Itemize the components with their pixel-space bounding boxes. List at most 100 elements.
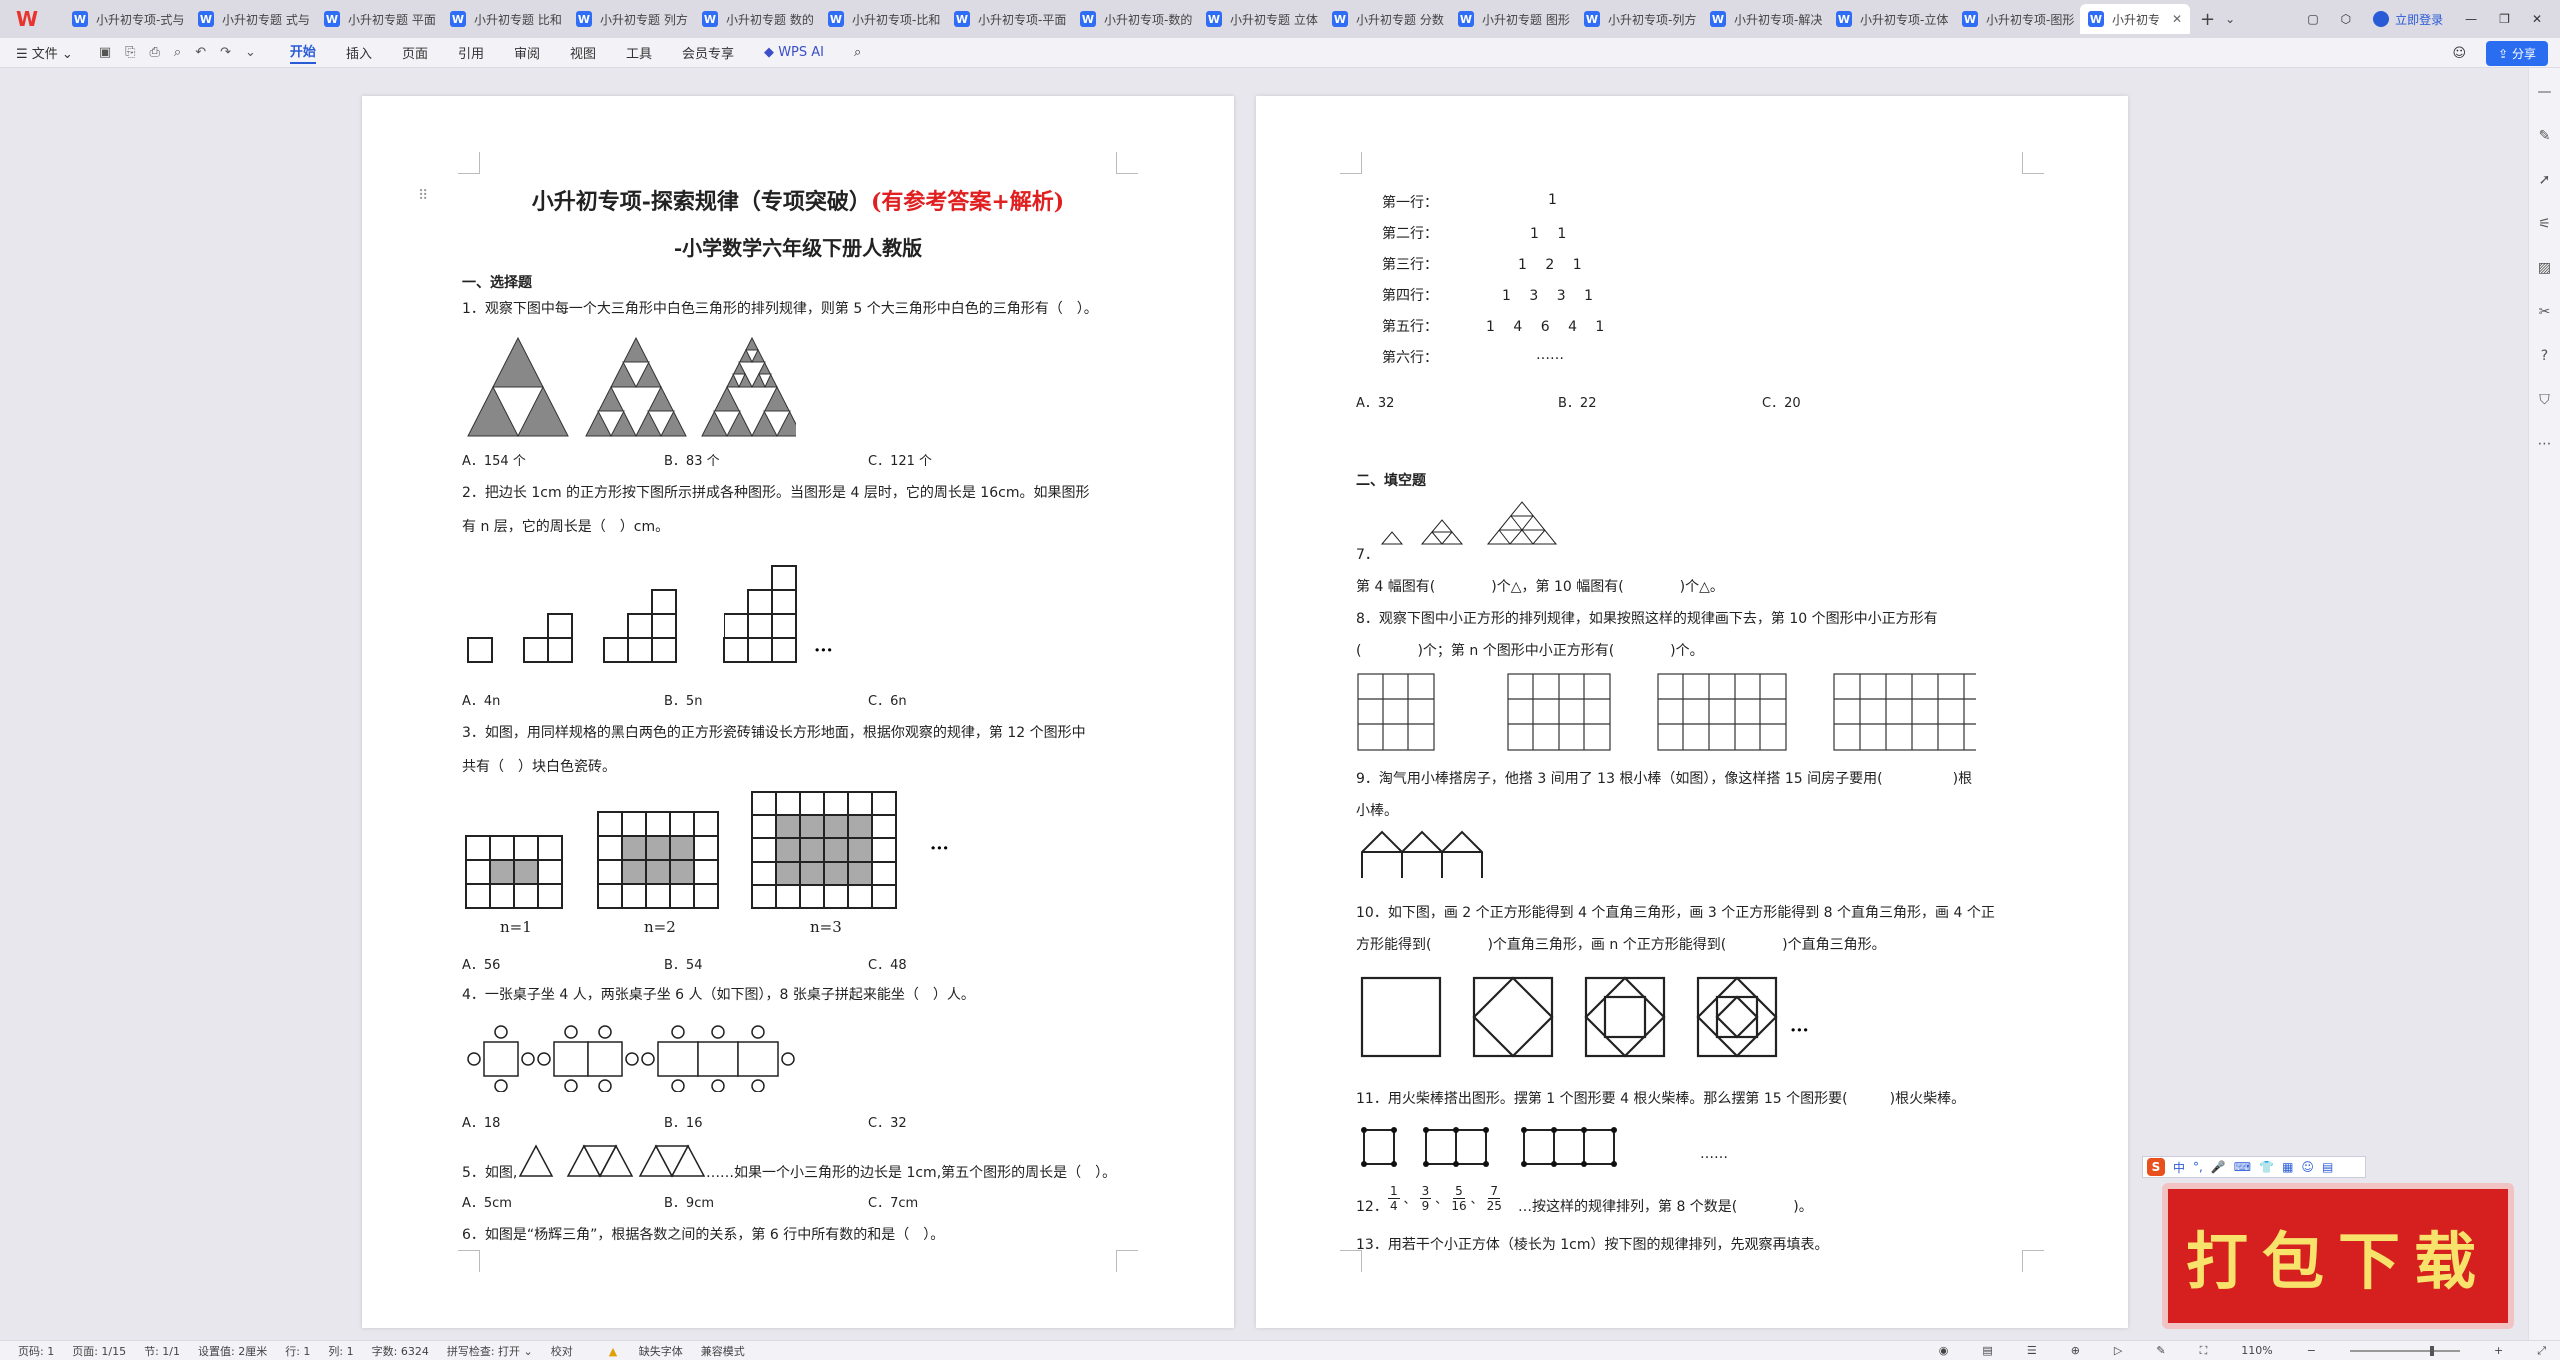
document-tab[interactable]: W 小升初专项-平面 xyxy=(946,4,1070,34)
status-section[interactable]: 节: 1/1 xyxy=(144,1343,180,1359)
document-tab[interactable]: W 小升初专题 分数 xyxy=(1324,4,1448,34)
more-icon[interactable]: ⋯ xyxy=(2538,436,2552,452)
status-word-count[interactable]: 字数: 6324 xyxy=(372,1343,429,1359)
image-icon[interactable]: ▨ xyxy=(2538,260,2551,276)
select-icon[interactable]: ➚ xyxy=(2539,172,2551,188)
comment-icon[interactable]: ☺ xyxy=(2453,46,2467,61)
ribbon-tab[interactable]: 引用 xyxy=(458,43,484,62)
document-page-2[interactable]: 第一行： 1 第二行： 1 1 第三行： 1 2 1 第四行： 1 3 3 1 … xyxy=(1256,96,2128,1328)
fit-page-icon[interactable]: ⛶ xyxy=(2200,1344,2208,1358)
close-tab-icon[interactable]: ✕ xyxy=(2172,12,2182,26)
close-window-icon[interactable]: ✕ xyxy=(2532,12,2542,26)
question-4: 4．一张桌子坐 4 人，两张桌子坐 6 人（如下图），8 张桌子拼起来能坐（ ）… xyxy=(462,987,975,1003)
document-tab[interactable]: W 小升初专题 式与 xyxy=(190,4,314,34)
read-mode-icon[interactable]: ▷ xyxy=(2114,1344,2122,1357)
fraction: 14 xyxy=(1388,1184,1400,1213)
download-package-badge[interactable]: 打包下载 xyxy=(2162,1183,2514,1329)
tools-icon[interactable]: ✂ xyxy=(2539,304,2551,320)
ribbon-tab[interactable]: 工具 xyxy=(626,43,652,62)
ribbon-tab[interactable]: 页面 xyxy=(402,43,428,62)
skin-icon[interactable]: 👕 xyxy=(2259,1160,2274,1174)
document-tab[interactable]: W 小升初专题 列方 xyxy=(568,4,692,34)
document-tab[interactable]: W 小升初专项-立体 xyxy=(1828,4,1952,34)
document-tab[interactable]: W 小升初专项-列方 xyxy=(1576,4,1700,34)
zoom-slider[interactable] xyxy=(2349,1345,2460,1356)
layout-icon[interactable]: ▢ xyxy=(2307,12,2318,26)
document-tab[interactable]: W 小升初专项-数的 xyxy=(1072,4,1196,34)
redo-icon[interactable]: ↷ xyxy=(220,45,231,60)
wps-ai-button[interactable]: ◆ WPS AI xyxy=(764,45,824,60)
ribbon-tab[interactable]: 开始 xyxy=(289,41,316,64)
save-icon[interactable]: ▣ xyxy=(99,45,111,60)
page-view-icon[interactable]: ▤ xyxy=(1982,1344,1992,1357)
document-tab[interactable]: W 小升初专项-解决 xyxy=(1702,4,1826,34)
adjust-icon[interactable]: ⚟ xyxy=(2538,216,2551,232)
document-tab[interactable]: W 小升初专题 平面 xyxy=(316,4,440,34)
status-missing-font[interactable]: ▲ 缺失字体 xyxy=(591,1343,683,1359)
tile-label-n1: n=1 xyxy=(500,918,532,936)
new-tab-icon[interactable]: + xyxy=(2200,9,2215,30)
keyboard-icon[interactable]: ⌨ xyxy=(2234,1160,2251,1174)
zoom-slider-thumb[interactable] xyxy=(2429,1345,2434,1356)
export-icon[interactable]: ⎘ xyxy=(125,45,135,60)
emoji-icon[interactable]: ☺ xyxy=(2301,1160,2314,1174)
quick-access-toolbar: ▣ ⎘ ⎙ ⌕ ↶ ↷ ⌄ xyxy=(99,45,256,60)
status-row[interactable]: 行: 1 xyxy=(285,1343,310,1359)
fraction-numerator: 1 xyxy=(1388,1184,1400,1199)
ribbon-tab[interactable]: 插入 xyxy=(346,43,372,62)
document-tab[interactable]: W 小升初专题 图形 xyxy=(1450,4,1574,34)
pen-icon[interactable]: ✎ xyxy=(2539,128,2551,144)
document-tab[interactable]: W 小升初专项-图形 xyxy=(1954,4,2078,34)
document-page-1[interactable]: ⠿ 小升初专项-探索规律（专项突破）(有参考答案+解析) -小学数学六年级下册人… xyxy=(362,96,1234,1328)
wps-logo-icon[interactable]: W xyxy=(14,6,40,32)
help-icon[interactable]: ? xyxy=(2541,348,2548,364)
ribbon-tab[interactable]: 会员专享 xyxy=(682,43,734,62)
document-tab[interactable]: W 小升初专项-比和 xyxy=(820,4,944,34)
print-icon[interactable]: ⎙ xyxy=(150,45,160,60)
status-setting[interactable]: 设置值: 2厘米 xyxy=(198,1343,267,1359)
ime-mode[interactable]: 中 xyxy=(2173,1159,2185,1176)
write-mode-icon[interactable]: ✎ xyxy=(2156,1344,2165,1357)
status-page-number[interactable]: 页码: 1 xyxy=(18,1343,54,1359)
status-pages[interactable]: 页面: 1/15 xyxy=(72,1343,126,1359)
tab-list-chevron-icon[interactable]: ⌄ xyxy=(2225,12,2235,26)
apps-icon[interactable]: ▤ xyxy=(2322,1160,2333,1174)
status-col[interactable]: 列: 1 xyxy=(328,1343,353,1359)
minimize-icon[interactable]: — xyxy=(2465,12,2477,26)
share-button[interactable]: ⇪ 分享 xyxy=(2486,41,2548,66)
login-button[interactable]: 立即登录 xyxy=(2373,11,2443,28)
punctuation-icon[interactable]: °, xyxy=(2193,1160,2203,1174)
print-preview-icon[interactable]: ⌕ xyxy=(174,45,181,60)
zoom-out-icon[interactable]: − xyxy=(2307,1344,2316,1357)
sogou-logo-icon[interactable]: S xyxy=(2147,1158,2165,1176)
margin-corner xyxy=(1116,152,1138,174)
maximize-icon[interactable]: ❐ xyxy=(2499,12,2510,26)
document-tab[interactable]: W 小升初专题 立体 xyxy=(1198,4,1322,34)
web-view-icon[interactable]: ⊕ xyxy=(2071,1344,2080,1357)
fullscreen-icon[interactable]: ⤢ xyxy=(2537,1344,2546,1358)
tab-label: 小升初专项-数的 xyxy=(1104,12,1193,27)
document-tab[interactable]: W 小升初专题 比和 xyxy=(442,4,566,34)
shirt-icon[interactable]: ⛉ xyxy=(2539,392,2550,408)
minus-icon[interactable]: — xyxy=(2538,84,2552,100)
search-icon[interactable]: ⌕ xyxy=(854,45,861,60)
zoom-in-icon[interactable]: + xyxy=(2494,1344,2503,1357)
tab-label: 小升初专项-平面 xyxy=(978,12,1067,27)
eye-protection-icon[interactable]: ◉ xyxy=(1939,1344,1949,1357)
ribbon-tab[interactable]: 审阅 xyxy=(514,43,540,62)
outline-view-icon[interactable]: ☰ xyxy=(2027,1344,2037,1357)
status-proofread[interactable]: 校对 xyxy=(551,1343,573,1359)
undo-icon[interactable]: ↶ xyxy=(195,45,206,60)
status-spell-check[interactable]: 拼写检查: 打开 ⌄ xyxy=(447,1343,533,1359)
zoom-level[interactable]: 110% xyxy=(2241,1344,2272,1357)
document-tab[interactable]: W 小升初专项-式与 xyxy=(64,4,188,34)
document-tab[interactable]: W 小升初专题 数的 xyxy=(694,4,818,34)
right-sidebar: — ✎ ➚ ⚟ ▨ ✂ ? ⛉ ⋯ xyxy=(2528,68,2560,1340)
more-chevron-icon[interactable]: ⌄ xyxy=(245,45,256,60)
document-tab-active[interactable]: W 小升初专 ✕ xyxy=(2080,4,2190,34)
file-menu[interactable]: ☰ 文件 ⌄ xyxy=(16,43,73,62)
ribbon-tab[interactable]: 视图 xyxy=(570,43,596,62)
toolbox-icon[interactable]: ▦ xyxy=(2282,1160,2293,1174)
mic-icon[interactable]: 🎤 xyxy=(2211,1160,2226,1174)
cube-icon[interactable]: ⬡ xyxy=(2341,12,2351,26)
